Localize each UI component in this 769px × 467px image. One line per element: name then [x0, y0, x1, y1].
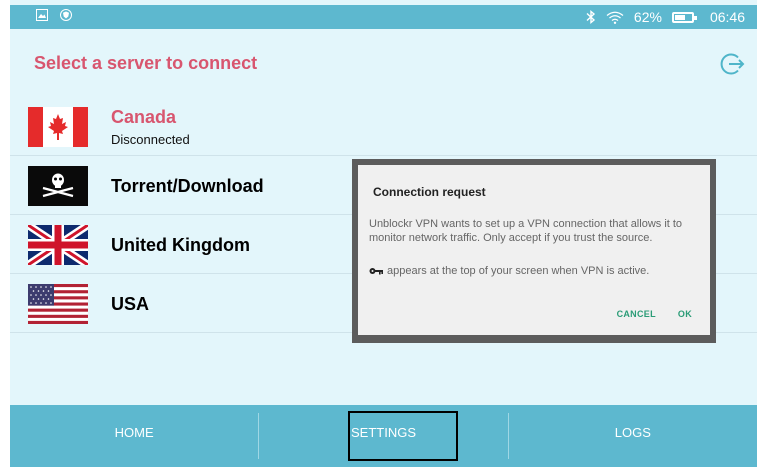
bottom-nav: HOME SETTINGS LOGS	[10, 405, 757, 467]
server-name: USA	[111, 294, 150, 314]
dialog-actions: CANCEL OK	[617, 309, 692, 319]
pirate-flag-icon	[28, 166, 88, 206]
tab-settings[interactable]: SETTINGS	[259, 405, 507, 467]
shield-icon	[60, 9, 72, 21]
dialog-note-text: appears at the top of your screen when V…	[387, 265, 650, 277]
header: Select a server to connect	[10, 29, 757, 97]
usa-flag-icon	[28, 284, 88, 324]
page-title: Select a server to connect	[34, 53, 258, 73]
battery-level	[674, 14, 685, 20]
status-bar: 62% 06:46	[10, 5, 757, 29]
server-row-canada[interactable]: Canada Disconnected	[10, 97, 757, 156]
tab-logs[interactable]: LOGS	[509, 405, 757, 467]
canada-flag-icon	[28, 107, 88, 147]
server-status: Disconnected	[111, 132, 190, 147]
battery-percent: 62%	[633, 9, 662, 25]
uk-flag-icon	[28, 225, 88, 265]
tab-home[interactable]: HOME	[10, 405, 258, 467]
wifi-icon	[606, 11, 624, 24]
dialog-message: Unblockr VPN wants to set up a VPN conne…	[369, 218, 683, 244]
server-name: United Kingdom	[111, 235, 250, 255]
dialog-overlay: Connection request Unblockr VPN wants to…	[352, 159, 716, 343]
clock: 06:46	[709, 9, 745, 25]
dialog-title: Connection request	[373, 185, 486, 199]
logout-icon[interactable]	[719, 51, 745, 77]
gallery-icon	[36, 9, 48, 21]
battery-icon	[671, 11, 697, 23]
dialog-note: appears at the top of your screen when V…	[369, 265, 649, 277]
server-name: Canada	[111, 107, 177, 127]
cancel-button[interactable]: CANCEL	[617, 309, 656, 319]
key-icon	[369, 268, 383, 275]
bluetooth-icon	[586, 10, 595, 24]
connection-request-dialog: Connection request Unblockr VPN wants to…	[358, 165, 710, 335]
ok-button[interactable]: OK	[678, 309, 692, 319]
server-name: Torrent/Download	[111, 176, 264, 196]
